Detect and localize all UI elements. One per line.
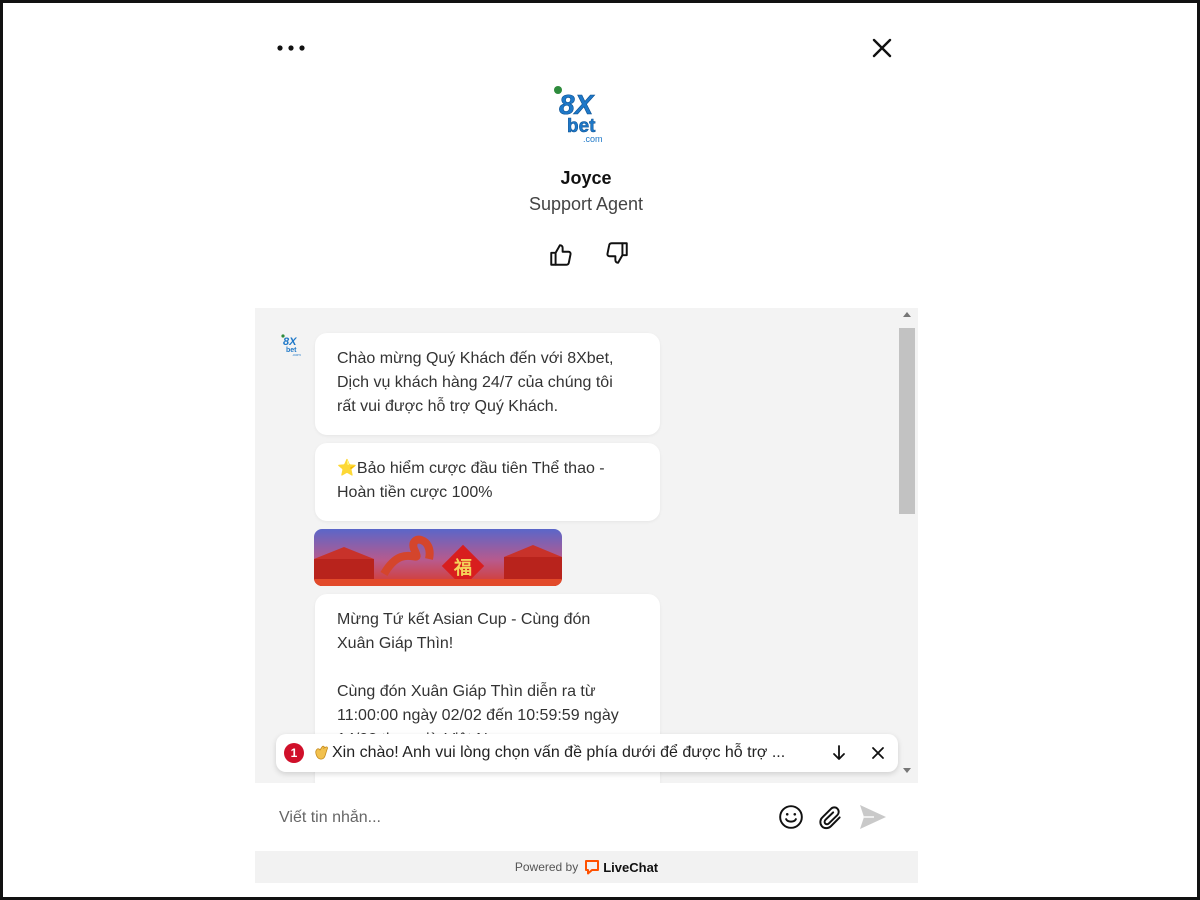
livechat-brand: LiveChat: [603, 859, 659, 875]
send-icon: [860, 805, 886, 829]
scrollbar-thumb[interactable]: [899, 328, 915, 514]
attach-file-button[interactable]: [816, 803, 846, 833]
agent-avatar: 8X bet .com: [281, 334, 301, 357]
message-bubble: Chào mừng Quý Khách đến với 8Xbet, Dịch …: [315, 333, 660, 435]
scroll-down-arrow-icon[interactable]: [903, 768, 911, 773]
agent-role: Support Agent: [528, 194, 644, 214]
powered-by-footer[interactable]: Powered by LiveChat: [255, 851, 918, 883]
ellipsis-icon: [277, 45, 305, 51]
unread-count-badge: 1: [284, 743, 304, 763]
powered-by-label: Powered by: [514, 860, 579, 874]
promo-banner-image[interactable]: 福: [314, 529, 562, 586]
banner-character: 福: [453, 557, 472, 579]
dismiss-notification-button[interactable]: [867, 742, 889, 764]
arrow-down-icon: [833, 745, 845, 760]
emoji-button[interactable]: [777, 803, 805, 831]
message-bubble: ⭐Bảo hiểm cược đầu tiên Thể thao - Hoàn …: [315, 443, 660, 521]
paperclip-icon: [819, 806, 841, 830]
send-button[interactable]: [856, 801, 890, 833]
agent-name: Joyce: [560, 168, 612, 188]
menu-button[interactable]: [272, 34, 310, 62]
close-icon: [872, 747, 884, 759]
new-message-notification[interactable]: 1 Xin chào! Anh vui lòng chọn vấn đề phí…: [276, 734, 898, 772]
rate-good-button[interactable]: [546, 240, 576, 270]
brand-logo: 8X bet .com: [554, 86, 603, 144]
logo-com: .com: [583, 134, 603, 144]
thumbs-up-icon: [550, 244, 572, 266]
livechat-logo-icon: [585, 860, 600, 875]
scroll-up-arrow-icon[interactable]: [903, 312, 911, 317]
close-icon: [872, 38, 892, 58]
rate-bad-button[interactable]: [602, 238, 632, 268]
notification-text: Xin chào! Anh vui lòng chọn vấn đề phía …: [332, 744, 786, 761]
svg-text:.com: .com: [292, 352, 301, 357]
scroll-to-new-button[interactable]: [828, 742, 850, 764]
thumbs-down-icon: [606, 242, 628, 264]
message-input[interactable]: [279, 803, 749, 833]
close-chat-button[interactable]: [866, 32, 898, 64]
waving-hand-icon: [315, 745, 328, 760]
smiley-icon: [779, 805, 803, 829]
